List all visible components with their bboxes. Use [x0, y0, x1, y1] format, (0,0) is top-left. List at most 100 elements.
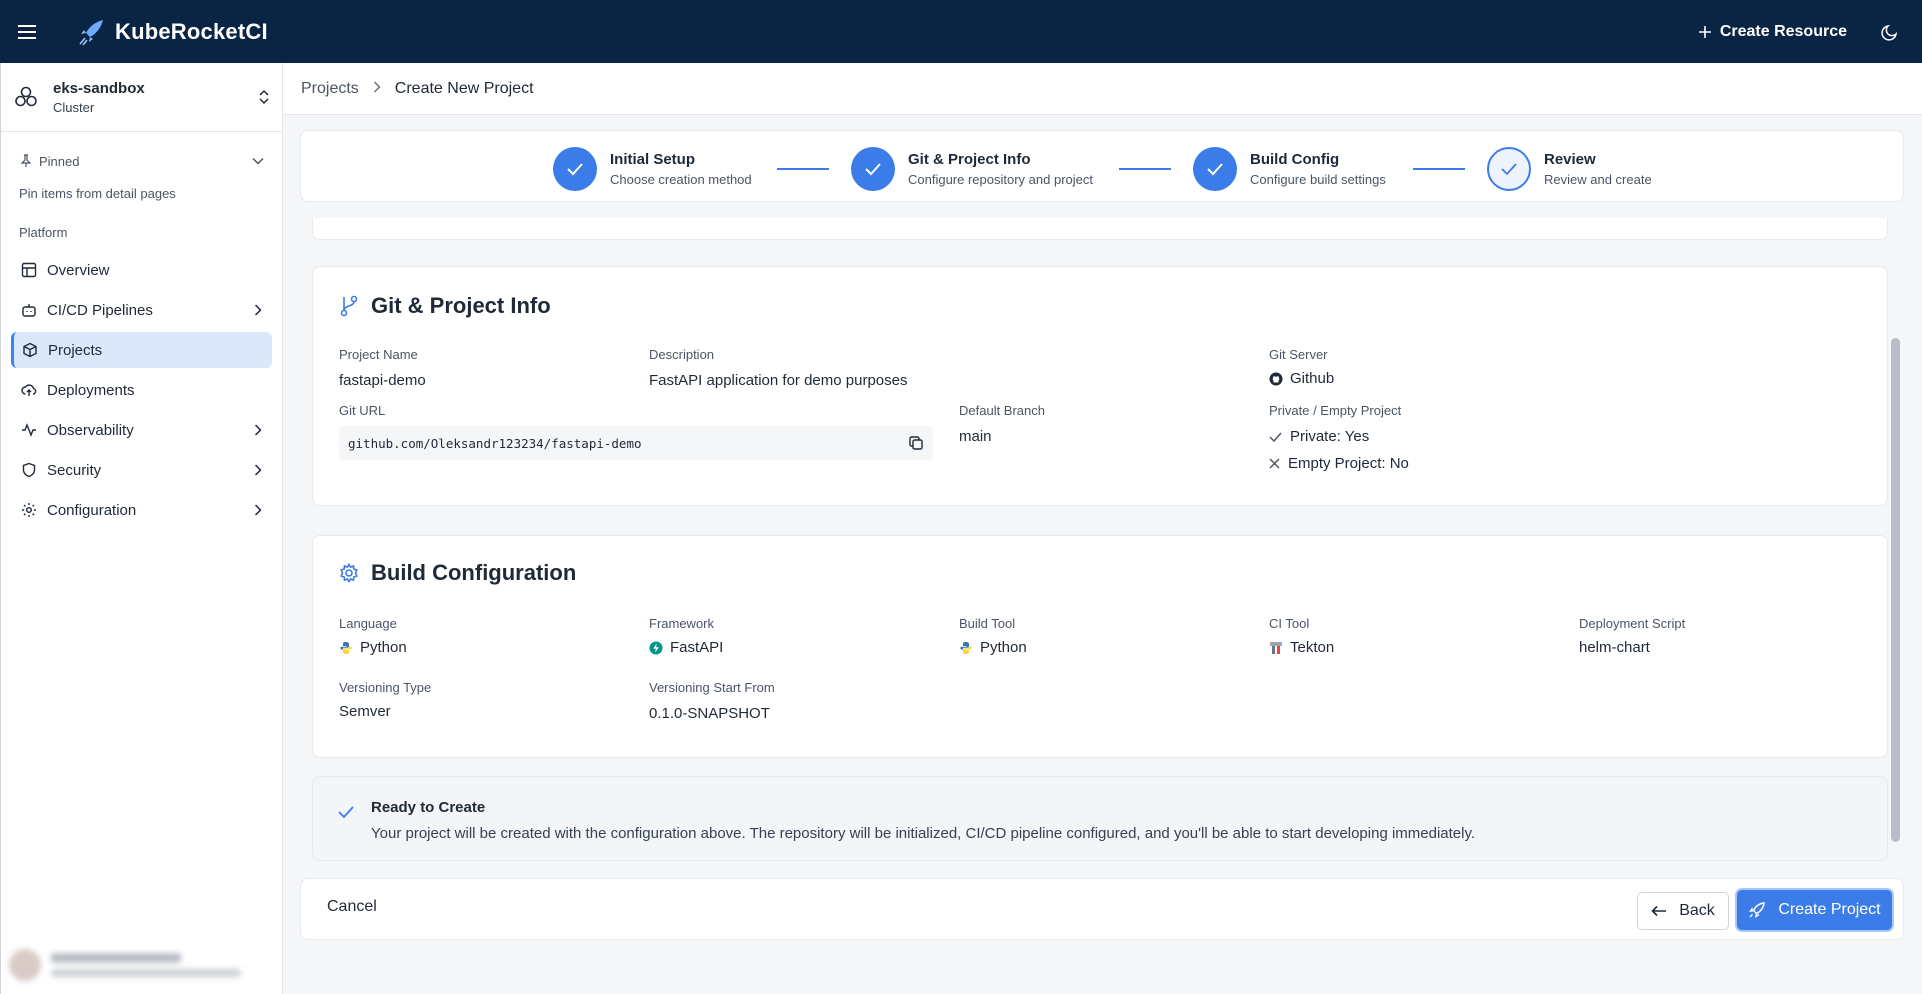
step-complete-check-icon: [553, 147, 597, 191]
field-label: Versioning Start From: [649, 680, 775, 695]
git-url-value: github.com/Oleksandr123234/fastapi-demo: [348, 435, 642, 451]
sidebar-item-projects[interactable]: Projects: [11, 332, 272, 368]
copy-button[interactable]: [908, 435, 924, 451]
field-label: Language: [339, 616, 397, 631]
field-label: Build Tool: [959, 616, 1016, 631]
field-value: helm-chart: [1579, 639, 1650, 656]
back-label: Back: [1679, 902, 1715, 919]
breadcrumb-projects-link[interactable]: Projects: [301, 80, 359, 98]
field-label: Private / Empty Project: [1269, 403, 1402, 418]
sidebar-item-overview[interactable]: Overview: [11, 252, 272, 288]
sidebar-item-cicd-pipelines[interactable]: CI/CD Pipelines: [11, 292, 272, 328]
wizard-footer: Cancel Back Create Project: [300, 878, 1904, 940]
sidebar-item-security[interactable]: Security: [11, 452, 272, 488]
python-icon: [960, 641, 972, 654]
user-profile-menu[interactable]: [9, 944, 269, 986]
create-project-label: Create Project: [1778, 901, 1881, 918]
scrollbar-thumb[interactable]: [1891, 338, 1900, 842]
empty-value: Empty Project: No: [1288, 455, 1409, 472]
cloud-upload-icon: [21, 384, 37, 396]
check-icon: [338, 806, 354, 819]
field-value: Semver: [339, 703, 391, 720]
field-git-url: Git URL github.com/Oleksandr123234/fasta…: [339, 403, 933, 460]
cluster-name: eks-sandbox: [53, 79, 145, 97]
sidebar-item-deployments[interactable]: Deployments: [11, 372, 272, 408]
sidebar-item-observability[interactable]: Observability: [11, 412, 272, 448]
field-project-name: Project Name fastapi-demo: [339, 347, 426, 389]
sidebar-item-label: Configuration: [47, 501, 137, 519]
ready-title: Ready to Create: [371, 799, 486, 816]
field-label: Deployment Script: [1579, 616, 1686, 631]
rocket-icon: [1749, 902, 1766, 918]
sidebar-item-configuration[interactable]: Configuration: [11, 492, 272, 528]
field-label: Project Name: [339, 347, 418, 362]
build-configuration-card: Build Configuration Language Python Fram…: [312, 535, 1888, 758]
brand[interactable]: KubeRocketCI: [77, 17, 268, 47]
chevron-right-icon: [254, 304, 262, 316]
field-label: Framework: [649, 616, 715, 631]
field-value: 0.1.0-SNAPSHOT: [649, 705, 770, 722]
breadcrumb: Projects Create New Project: [283, 63, 1922, 115]
cancel-button[interactable]: Cancel: [327, 898, 377, 916]
review-scroll-area[interactable]: Git & Project Info Project Name fastapi-…: [300, 218, 1888, 861]
layout-icon: [21, 262, 37, 278]
step-git-project-info[interactable]: Git & Project Info Configure repository …: [851, 147, 1093, 191]
sidebar-item-label: Overview: [47, 261, 110, 279]
chevron-down-icon: [252, 157, 264, 165]
field-versioning-type: Versioning Type Semver: [339, 680, 431, 720]
copy-icon: [909, 436, 923, 450]
previous-card-edge: [312, 218, 1888, 240]
field-value: Github: [1290, 370, 1335, 387]
cluster-switcher[interactable]: eks-sandbox Cluster: [1, 63, 282, 132]
arrow-left-icon: [1651, 905, 1667, 917]
chevron-right-icon: [373, 80, 381, 98]
field-ci-tool: CI Tool Tekton: [1269, 616, 1334, 656]
user-email-redacted: [51, 969, 241, 977]
moon-icon: [1881, 24, 1898, 41]
step-title: Initial Setup: [610, 151, 696, 168]
hamburger-icon: [18, 24, 36, 39]
field-label: Versioning Type: [339, 680, 432, 695]
field-value: main: [959, 428, 992, 445]
step-subtitle: Configure build settings: [1250, 172, 1386, 187]
back-button[interactable]: Back: [1637, 892, 1729, 930]
pinned-section-toggle[interactable]: Pinned: [1, 146, 282, 176]
theme-toggle-button[interactable]: [1881, 23, 1899, 41]
cluster-type: Cluster: [53, 99, 95, 115]
cluster-icon: [15, 86, 37, 107]
breadcrumb-current: Create New Project: [394, 79, 534, 97]
github-icon: [1269, 372, 1283, 385]
step-review[interactable]: Review Review and create: [1487, 147, 1652, 191]
field-versioning-start: Versioning Start From 0.1.0-SNAPSHOT: [649, 680, 775, 722]
sidebar-item-label: Observability: [47, 421, 134, 439]
sidebar-item-label: Deployments: [47, 381, 135, 399]
step-complete-check-icon: [851, 147, 895, 191]
create-project-button[interactable]: Create Project: [1737, 890, 1892, 930]
pinned-label: Pinned: [39, 153, 80, 169]
step-initial-setup[interactable]: Initial Setup Choose creation method: [553, 147, 752, 191]
field-deployment-script: Deployment Script helm-chart: [1579, 616, 1685, 656]
box-icon: [23, 342, 37, 358]
step-title: Git & Project Info: [908, 151, 1031, 168]
menu-toggle-button[interactable]: [1, 0, 55, 63]
step-build-config[interactable]: Build Config Configure build settings: [1193, 147, 1386, 191]
field-value: FastAPI: [670, 639, 724, 656]
chevrons-up-down-icon: [259, 89, 269, 105]
field-label: Git Server: [1269, 347, 1328, 362]
field-label: Git URL: [339, 403, 386, 418]
gear-icon: [22, 503, 36, 517]
wizard-stepper: Initial Setup Choose creation method Git…: [300, 130, 1904, 202]
gear-icon: [340, 563, 358, 583]
pinned-hint: Pin items from detail pages: [19, 186, 176, 201]
activity-icon: [22, 423, 36, 437]
private-status: Private: Yes: [1269, 428, 1409, 445]
create-resource-button[interactable]: Create Resource: [1698, 23, 1847, 41]
ready-to-create-notice: Ready to Create Your project will be cre…: [312, 776, 1888, 861]
step-subtitle: Configure repository and project: [908, 172, 1093, 187]
field-label: CI Tool: [1269, 616, 1310, 631]
field-label: Default Branch: [959, 403, 1045, 418]
field-framework: Framework FastAPI: [649, 616, 723, 656]
step-title: Review: [1544, 151, 1596, 168]
rocket-logo-icon: [79, 19, 103, 45]
create-resource-label: Create Resource: [1719, 22, 1847, 40]
